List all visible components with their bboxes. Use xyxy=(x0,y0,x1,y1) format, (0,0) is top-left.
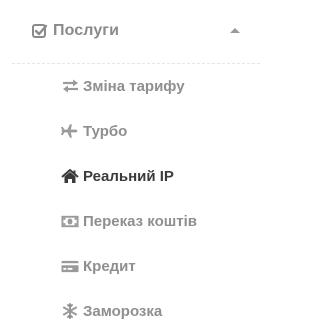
menu-divider xyxy=(12,63,260,64)
sidebar-item-real-ip[interactable]: Реальний IP xyxy=(61,164,174,188)
sidebar-item-label: Реальний IP xyxy=(83,167,174,185)
home-icon xyxy=(61,168,79,184)
exchange-icon xyxy=(61,78,79,94)
sidebar-item-credit[interactable]: Кредит xyxy=(61,254,136,278)
sidebar-item-label: Кредит xyxy=(83,257,136,275)
plane-icon xyxy=(61,123,79,139)
services-menu-header[interactable]: Послуги xyxy=(31,18,261,44)
sidebar-item-label: Заморозка xyxy=(83,302,163,320)
sidebar-item-label: Переказ коштів xyxy=(83,212,197,230)
sidebar-item-label: Зміна тарифу xyxy=(83,77,185,95)
services-menu-title: Послуги xyxy=(53,22,120,39)
sidebar-item-turbo[interactable]: Турбо xyxy=(61,119,127,143)
sidebar-item-freeze[interactable]: Заморозка xyxy=(61,299,162,323)
check-square-icon xyxy=(31,23,48,40)
sidebar-item-money-transfer[interactable]: Переказ коштів xyxy=(61,209,197,233)
money-icon xyxy=(61,213,79,229)
caret-up-icon[interactable] xyxy=(229,27,243,35)
sidebar-item-change-tariff[interactable]: Зміна тарифу xyxy=(61,74,185,98)
credit-card-icon xyxy=(61,258,79,274)
sidebar-item-label: Турбо xyxy=(83,122,128,140)
snowflake-icon xyxy=(61,303,79,319)
